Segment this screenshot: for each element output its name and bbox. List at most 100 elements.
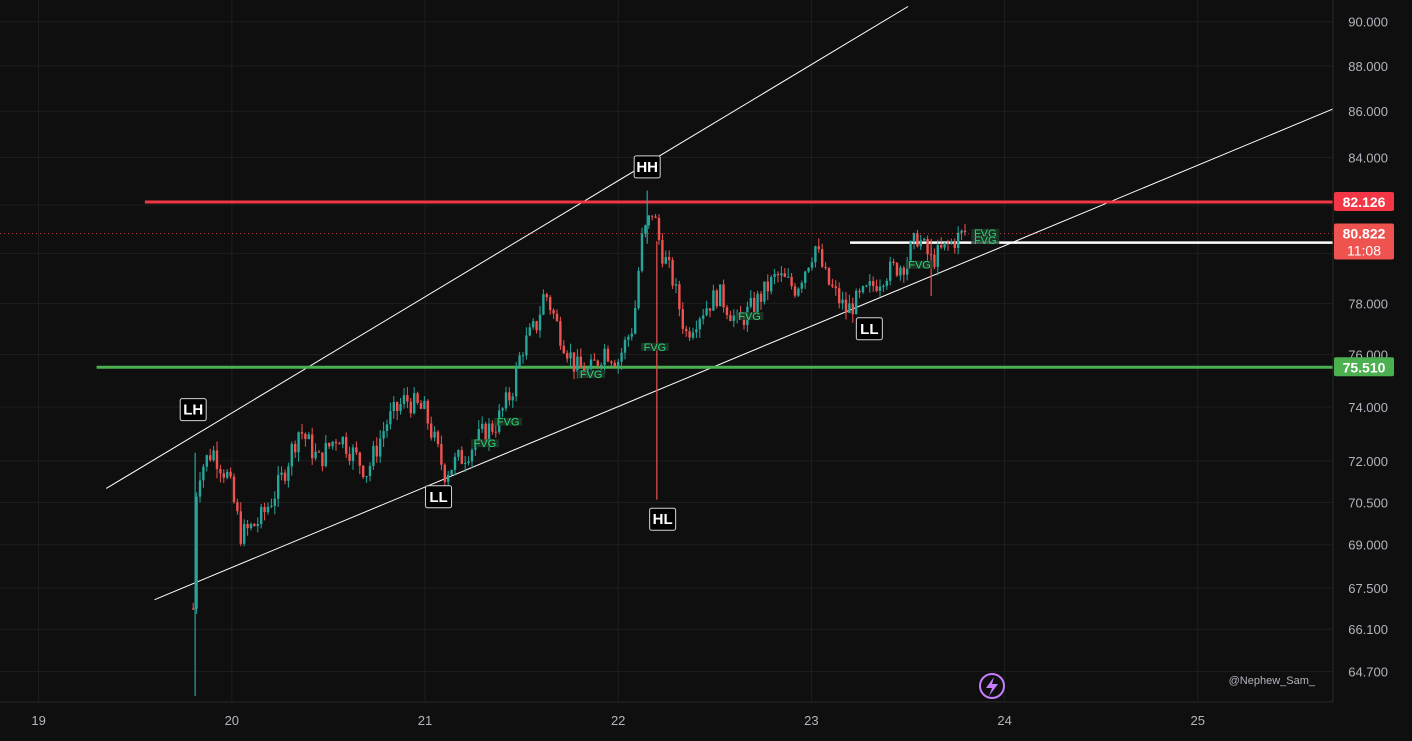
candle-body bbox=[314, 451, 317, 459]
candle-body bbox=[616, 361, 620, 367]
candle-body bbox=[372, 445, 375, 466]
candle-body bbox=[960, 230, 963, 233]
candle-body bbox=[637, 270, 640, 308]
candle-body bbox=[589, 359, 593, 370]
candle-body bbox=[419, 402, 423, 409]
candle-body bbox=[263, 506, 266, 513]
candle-body bbox=[518, 355, 521, 367]
candle-body bbox=[807, 267, 810, 272]
candle-body bbox=[630, 333, 633, 337]
candle-body bbox=[650, 215, 654, 217]
resistance-badge-text: 82.126 bbox=[1343, 194, 1386, 210]
candle-body bbox=[525, 335, 528, 356]
fvg-label: FVG bbox=[497, 417, 520, 429]
y-tick-label: 72.000 bbox=[1348, 454, 1388, 469]
candle-body bbox=[667, 257, 671, 260]
candle-body bbox=[763, 281, 766, 302]
candle-body bbox=[647, 215, 650, 226]
candle-body bbox=[800, 282, 803, 289]
candle-body bbox=[548, 297, 552, 311]
candle-body bbox=[368, 465, 372, 477]
x-tick-label: 25 bbox=[1191, 713, 1205, 728]
candle-body bbox=[399, 404, 402, 412]
candle-body bbox=[769, 276, 773, 292]
candle-body bbox=[671, 259, 674, 286]
candle-body bbox=[198, 480, 202, 497]
candle-body bbox=[266, 506, 270, 513]
candle-body bbox=[555, 313, 559, 322]
candle-body bbox=[511, 396, 514, 401]
candle-body bbox=[715, 290, 718, 307]
candle-body bbox=[657, 217, 661, 241]
candle-body bbox=[273, 498, 276, 506]
x-tick-label: 21 bbox=[418, 713, 432, 728]
candle-body bbox=[946, 242, 950, 244]
fvg-label: FVG bbox=[474, 438, 497, 450]
candle-body bbox=[344, 436, 348, 454]
candle-body bbox=[212, 450, 215, 461]
candle-body bbox=[195, 496, 198, 609]
candle-body bbox=[793, 286, 797, 296]
candle-body bbox=[698, 318, 701, 330]
candle-body bbox=[837, 288, 841, 304]
candle-body bbox=[654, 216, 657, 218]
candle-body bbox=[858, 290, 861, 293]
candle-body bbox=[443, 464, 446, 482]
candle-body bbox=[433, 431, 436, 438]
y-tick-label: 74.000 bbox=[1348, 400, 1388, 415]
candle-body bbox=[242, 523, 246, 544]
candle-body bbox=[943, 242, 946, 248]
candle-body bbox=[453, 456, 457, 470]
candle-body bbox=[868, 281, 871, 286]
candle-body bbox=[304, 433, 307, 440]
candle-body bbox=[691, 332, 695, 338]
candle-body bbox=[504, 392, 508, 409]
candle-body bbox=[542, 294, 545, 315]
candle-body bbox=[535, 321, 538, 331]
candle-body bbox=[606, 348, 610, 362]
candle-body bbox=[814, 246, 817, 263]
x-tick-label: 19 bbox=[31, 713, 45, 728]
candle-body bbox=[684, 328, 688, 332]
candle-body bbox=[725, 307, 729, 316]
candle-body bbox=[644, 225, 647, 234]
candle-body bbox=[899, 267, 902, 276]
candle-body bbox=[334, 441, 338, 444]
candle-body bbox=[790, 276, 793, 287]
candle-body bbox=[820, 249, 824, 267]
candle-body bbox=[633, 307, 637, 334]
candle-body bbox=[297, 432, 300, 453]
candle-body bbox=[902, 267, 905, 275]
candle-body bbox=[232, 476, 236, 503]
structure-label: LL bbox=[429, 489, 447, 506]
candle-body bbox=[378, 438, 382, 457]
candle-body bbox=[501, 408, 504, 411]
candle-body bbox=[718, 284, 722, 307]
candle-body bbox=[827, 267, 831, 285]
candle-body bbox=[208, 455, 212, 461]
y-tick-label: 90.000 bbox=[1348, 15, 1388, 30]
candle-body bbox=[239, 511, 242, 544]
candle-body bbox=[892, 261, 895, 263]
candle-body bbox=[681, 309, 684, 329]
current-price-badge-text: 80.822 bbox=[1343, 225, 1386, 241]
price-chart[interactable]: FVGFVGFVGFVGFVGFVGFVGFVG LHLLHHHLLL 64.7… bbox=[0, 0, 1412, 741]
candle-body bbox=[426, 400, 429, 424]
candle-body bbox=[300, 432, 304, 434]
candle-body bbox=[674, 284, 678, 286]
candle-body bbox=[202, 466, 205, 481]
candle-body bbox=[463, 462, 467, 464]
candle-body bbox=[375, 445, 378, 457]
candle-body bbox=[494, 431, 497, 433]
candle-body bbox=[712, 290, 715, 311]
candle-body bbox=[610, 361, 613, 363]
candle-body bbox=[613, 362, 616, 367]
candle-body bbox=[627, 336, 630, 340]
candle-body bbox=[416, 393, 419, 403]
candle-body bbox=[756, 293, 759, 312]
y-tick-label: 84.000 bbox=[1348, 151, 1388, 166]
structure-label: HL bbox=[653, 511, 673, 528]
candle-body bbox=[246, 523, 249, 529]
candle-body bbox=[773, 273, 776, 277]
fvg-label: FVG bbox=[974, 235, 997, 247]
